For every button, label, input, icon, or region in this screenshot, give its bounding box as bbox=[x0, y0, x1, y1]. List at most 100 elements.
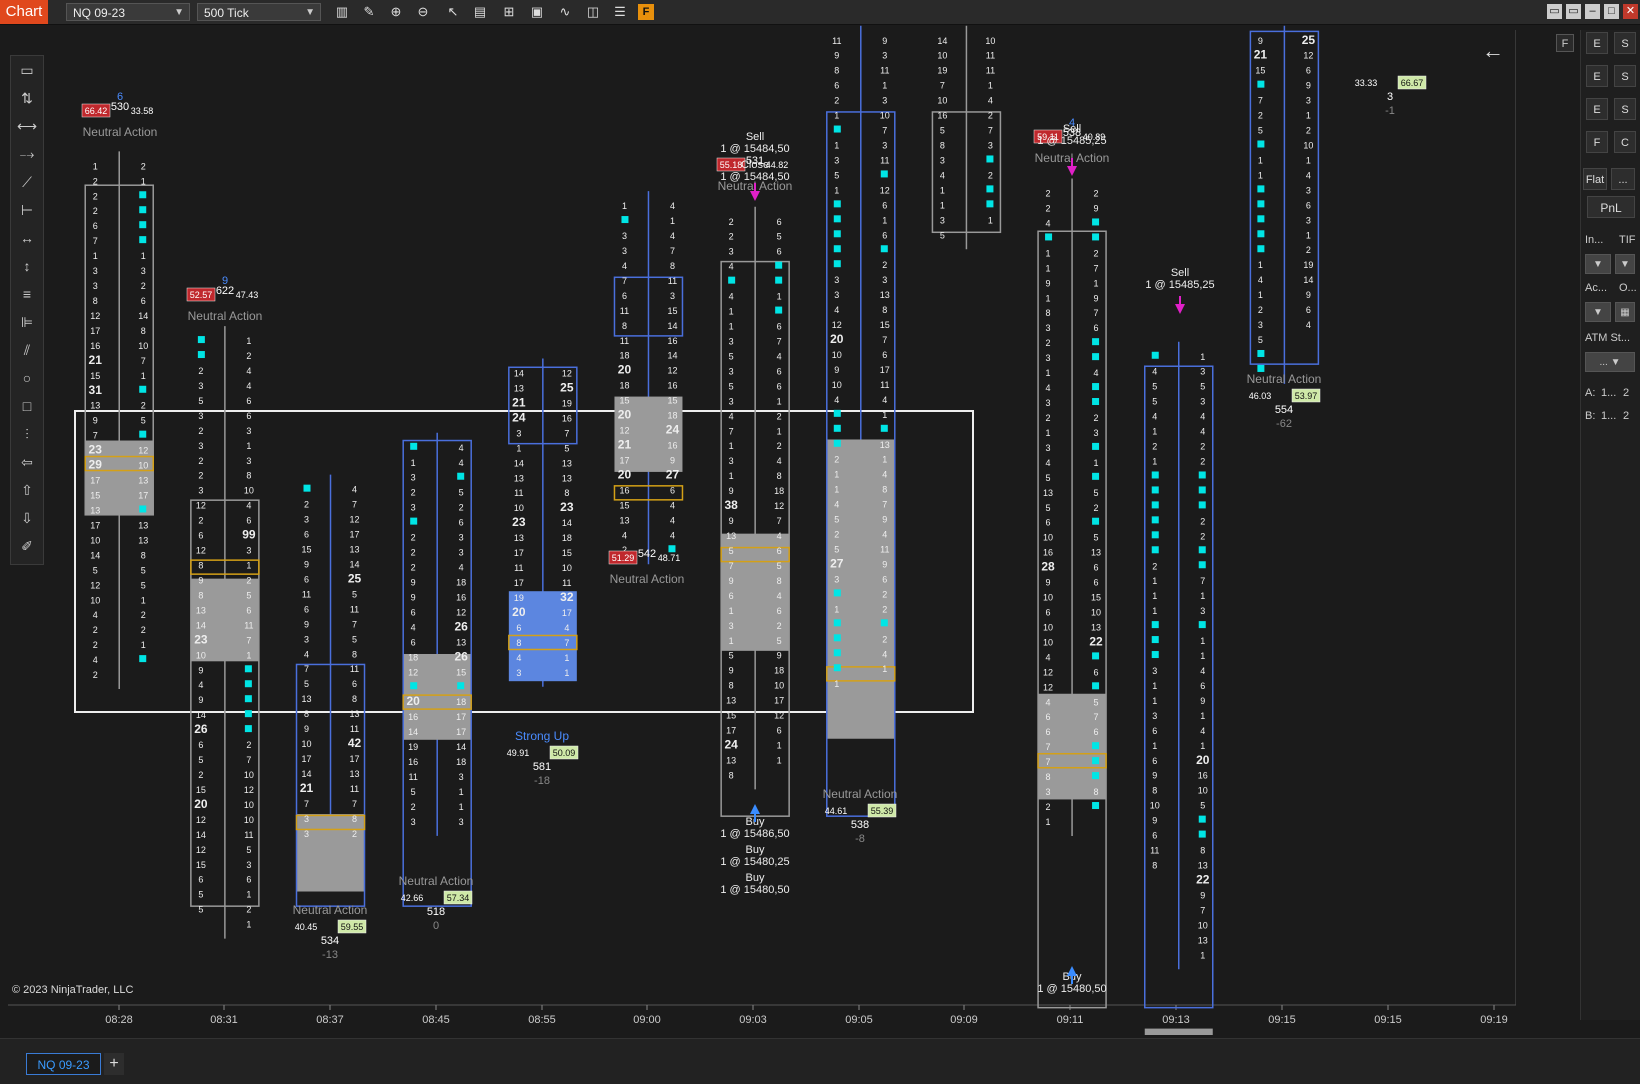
bid-volume: 6 bbox=[1046, 712, 1051, 722]
bid-volume: 6 bbox=[198, 531, 203, 541]
panel-e-button[interactable]: E bbox=[1586, 65, 1608, 87]
extended-line-icon[interactable]: ↔ bbox=[17, 228, 37, 248]
imbalance-marker bbox=[244, 680, 252, 688]
more-button[interactable]: ... bbox=[1611, 168, 1635, 190]
ask-volume: 5 bbox=[141, 565, 146, 575]
ask-volume: 6 bbox=[777, 381, 782, 391]
ask-volume: 2 bbox=[988, 111, 993, 121]
bar-state-label: Strong Up bbox=[515, 729, 569, 743]
bid-volume: 10 bbox=[514, 503, 524, 513]
ray-icon[interactable]: ⤍ bbox=[17, 144, 37, 164]
bid-volume: 15 bbox=[196, 860, 206, 870]
ask-volume: 6 bbox=[777, 546, 782, 556]
bid-volume: 1 bbox=[93, 161, 98, 171]
imbalance-marker bbox=[410, 682, 418, 690]
account-select[interactable]: ▼ bbox=[1585, 302, 1611, 322]
bid-volume: 23 bbox=[194, 632, 208, 646]
bar-delta: -18 bbox=[534, 775, 550, 787]
ask-volume: 11 bbox=[880, 66, 889, 76]
bid-volume: 1 bbox=[729, 471, 734, 481]
f-float-button[interactable]: F bbox=[1556, 34, 1574, 52]
ask-volume: 10 bbox=[244, 486, 254, 496]
ask-volume: 13 bbox=[350, 545, 360, 555]
bid-volume: 5 bbox=[834, 515, 839, 525]
bid-volume: 2 bbox=[729, 217, 734, 227]
ask-volume: 15 bbox=[880, 320, 890, 330]
tile-icon[interactable]: ▭ bbox=[1566, 4, 1581, 19]
panel-c-button[interactable]: C bbox=[1614, 131, 1636, 153]
ruler-icon[interactable]: ▭ bbox=[17, 60, 37, 80]
instrument-select[interactable]: ▼ bbox=[1585, 254, 1611, 274]
bid-volume: 7 bbox=[729, 426, 734, 436]
calculator-icon[interactable]: ▦ bbox=[1615, 302, 1635, 322]
atm-strategy-select[interactable]: ... ▼ bbox=[1585, 352, 1635, 372]
imbalance-marker bbox=[833, 245, 841, 253]
maximize-icon[interactable]: □ bbox=[1604, 4, 1619, 19]
bid-volume: 3 bbox=[729, 621, 734, 631]
close-icon[interactable]: ✕ bbox=[1623, 4, 1638, 19]
ask-volume: 13 bbox=[350, 769, 360, 779]
ask-volume: 5 bbox=[246, 845, 251, 855]
ask-volume: 7 bbox=[988, 126, 993, 136]
add-tab-button[interactable]: + bbox=[104, 1053, 124, 1075]
restore-icon[interactable]: ▭ bbox=[1547, 4, 1562, 19]
ask-volume: 2 bbox=[141, 161, 146, 171]
imbalance-marker bbox=[668, 545, 676, 553]
panel-e-button[interactable]: E bbox=[1586, 98, 1608, 120]
pnl-button[interactable]: PnL bbox=[1587, 196, 1635, 218]
minimize-icon[interactable]: – bbox=[1585, 4, 1600, 19]
rectangle-icon[interactable]: □ bbox=[17, 396, 37, 416]
ask-volume: 5 bbox=[1094, 533, 1099, 543]
bid-volume: 15 bbox=[196, 785, 206, 795]
panel-e-button[interactable]: E bbox=[1586, 32, 1608, 54]
imbalance-marker bbox=[244, 665, 252, 673]
trend-line-icon[interactable]: ⟋ bbox=[17, 172, 37, 192]
tab-nq-09-23[interactable]: NQ 09-23 bbox=[26, 1053, 101, 1075]
tif-select[interactable]: ▼ bbox=[1615, 254, 1635, 274]
bid-volume: 3 bbox=[411, 473, 416, 483]
arrow-down-icon[interactable]: ⇩ bbox=[17, 508, 37, 528]
back-arrow-icon[interactable]: ← bbox=[1482, 38, 1504, 64]
ask-volume: 2 bbox=[352, 829, 357, 839]
bid-volume: 2 bbox=[198, 456, 203, 466]
fibonacci-icon[interactable]: ≡ bbox=[17, 284, 37, 304]
ellipse-icon[interactable]: ○ bbox=[17, 368, 37, 388]
region-icon[interactable]: ⫶ bbox=[17, 424, 37, 444]
sell-percent-value: 33.33 bbox=[1355, 78, 1378, 88]
x-tick-label: 09:05 bbox=[845, 1014, 873, 1026]
imbalance-marker bbox=[410, 442, 418, 450]
arrow-line-icon[interactable]: ⇦ bbox=[17, 452, 37, 472]
bid-volume: 10 bbox=[196, 650, 206, 660]
bid-volume: 1 bbox=[1046, 248, 1051, 258]
panel-s-button[interactable]: S bbox=[1614, 65, 1636, 87]
line-icon[interactable]: ⟷ bbox=[17, 116, 37, 136]
channel-icon[interactable]: ⫽ bbox=[17, 340, 37, 360]
fib-extension-icon[interactable]: ⊫ bbox=[17, 312, 37, 332]
panel-s-button[interactable]: S bbox=[1614, 98, 1636, 120]
ask-volume: 5 bbox=[777, 561, 782, 571]
bid-volume: 5 bbox=[198, 890, 203, 900]
horizontal-line-icon[interactable]: ⊢ bbox=[17, 200, 37, 220]
bid-volume: 2 bbox=[93, 176, 98, 186]
bid-volume: 10 bbox=[1043, 622, 1053, 632]
bar-volume: 534 bbox=[321, 935, 339, 947]
chart-plot-area[interactable]: 15491,0015490,0015489,0015488,0015487,00… bbox=[0, 0, 1570, 1052]
ask-volume: 16 bbox=[456, 592, 466, 602]
bid-volume: 4 bbox=[1152, 367, 1157, 377]
ask-volume: 1 bbox=[882, 455, 887, 465]
sell-percent-value: 44.61 bbox=[825, 806, 848, 816]
ask-volume: 5 bbox=[246, 590, 251, 600]
vertical-line-icon[interactable]: ↕ bbox=[17, 256, 37, 276]
flat-button[interactable]: Flat bbox=[1583, 168, 1607, 190]
panel-f-button[interactable]: F bbox=[1586, 131, 1608, 153]
pen-icon[interactable]: ✐ bbox=[17, 536, 37, 556]
ask-volume: 1 bbox=[1200, 636, 1205, 646]
panel-s-button[interactable]: S bbox=[1614, 32, 1636, 54]
arrow-up-icon[interactable]: ⇧ bbox=[17, 480, 37, 500]
risk-reward-icon[interactable]: ⇅ bbox=[17, 88, 37, 108]
bid-volume: 5 bbox=[198, 396, 203, 406]
ask-volume: 7 bbox=[1200, 576, 1205, 586]
ask-volume: 4 bbox=[1306, 170, 1311, 180]
bid-volume: 2 bbox=[1046, 203, 1051, 213]
bid-volume: 16 bbox=[619, 485, 629, 495]
